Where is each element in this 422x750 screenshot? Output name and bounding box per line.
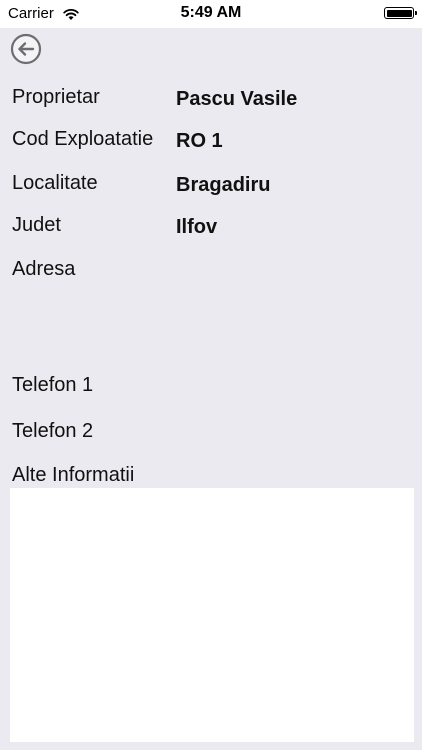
status-bar: Carrier 5:49 AM	[0, 0, 422, 28]
alte-informatii-text-area[interactable]	[10, 488, 414, 742]
judet-value: Ilfov	[176, 216, 218, 238]
localitate-value: Bragadiru	[176, 174, 271, 196]
proprietar-value: Pascu Vasile	[176, 88, 298, 110]
cod-exploatatie-value: RO 1	[176, 130, 223, 152]
status-time: 5:49 AM	[180, 4, 242, 21]
telefon2-label: Telefon 2	[12, 420, 94, 442]
telefon1-label: Telefon 1	[12, 374, 94, 396]
cod-exploatatie-label: Cod Exploatatie	[12, 128, 154, 150]
adresa-label: Adresa	[12, 258, 76, 280]
localitate-label: Localitate	[12, 172, 98, 194]
back-arrow-circle-icon[interactable]	[10, 33, 42, 65]
proprietar-label: Proprietar	[12, 86, 100, 108]
battery-icon	[384, 7, 417, 19]
judet-label: Judet	[12, 214, 61, 236]
alte-informatii-label: Alte Informatii	[12, 464, 135, 486]
